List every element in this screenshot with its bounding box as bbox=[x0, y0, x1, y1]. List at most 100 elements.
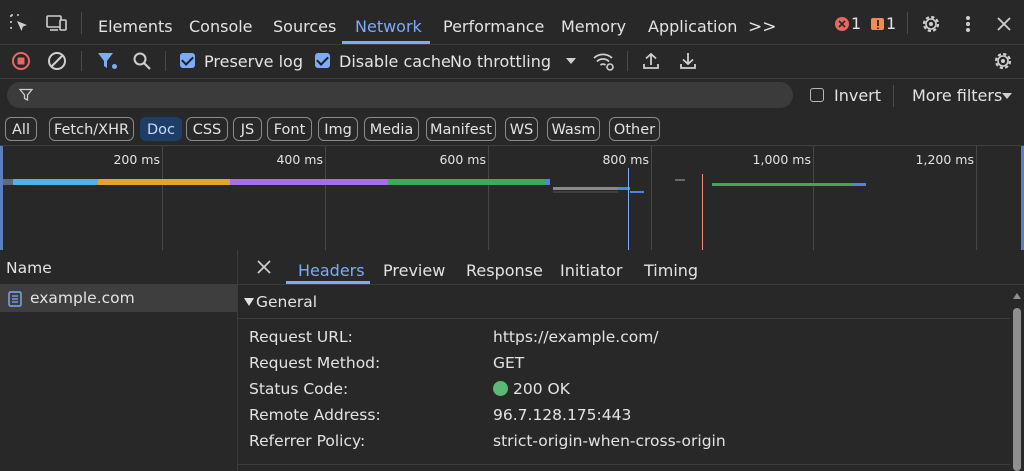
tick-label: 800 ms bbox=[602, 152, 649, 167]
filter-input[interactable] bbox=[7, 82, 793, 108]
invert-label[interactable]: Invert bbox=[834, 86, 881, 105]
tab-network[interactable]: Network bbox=[355, 0, 422, 44]
document-icon bbox=[7, 290, 23, 308]
warning-icon[interactable] bbox=[871, 18, 884, 30]
filter-chip-doc[interactable]: Doc bbox=[140, 117, 182, 141]
timing-segment-queueing bbox=[3, 179, 13, 185]
tab-elements[interactable]: Elements bbox=[98, 0, 173, 44]
preserve-log-label[interactable]: Preserve log bbox=[204, 52, 303, 71]
filter-chip-other[interactable]: Other bbox=[609, 117, 660, 141]
invert-checkbox[interactable] bbox=[810, 88, 824, 102]
scroll-up-arrow-icon[interactable] bbox=[1013, 292, 1021, 300]
close-devtools-icon[interactable] bbox=[993, 13, 1015, 35]
general-section-header[interactable]: General bbox=[238, 285, 1010, 319]
tab-bar-separator bbox=[907, 12, 908, 34]
load-event-marker bbox=[702, 174, 703, 250]
request-bar bbox=[854, 183, 866, 186]
grid-line bbox=[976, 146, 977, 250]
request-list-panel: Name example.com bbox=[0, 250, 238, 471]
toolbar-separator bbox=[165, 51, 166, 71]
inspect-element-icon[interactable] bbox=[7, 11, 31, 35]
network-overview-timeline[interactable]: 200 ms 400 ms 600 ms 800 ms 1,000 ms 1,2… bbox=[0, 145, 1024, 251]
disable-cache-label[interactable]: Disable cache bbox=[339, 52, 451, 71]
filter-icon[interactable] bbox=[95, 50, 119, 72]
device-toolbar-icon[interactable] bbox=[45, 11, 69, 35]
import-har-icon[interactable] bbox=[640, 50, 662, 72]
collapse-triangle-icon[interactable] bbox=[244, 297, 254, 307]
request-url-value: https://example.com/ bbox=[493, 328, 659, 346]
details-tab-preview[interactable]: Preview bbox=[383, 261, 445, 280]
name-column-header[interactable]: Name bbox=[6, 259, 52, 277]
dom-content-loaded-marker bbox=[628, 168, 629, 250]
tab-console[interactable]: Console bbox=[189, 0, 253, 44]
error-icon[interactable] bbox=[835, 17, 849, 31]
timing-segment-download bbox=[546, 179, 550, 185]
grid-line bbox=[651, 146, 652, 250]
filter-chip-media[interactable]: Media bbox=[364, 117, 419, 141]
remote-address-key: Remote Address: bbox=[249, 406, 381, 424]
more-filters-dropdown-icon[interactable] bbox=[1000, 90, 1014, 102]
grid-line bbox=[813, 146, 814, 250]
network-settings-gear-icon[interactable] bbox=[992, 50, 1014, 72]
tick-label: 600 ms bbox=[439, 152, 486, 167]
request-name[interactable]: example.com bbox=[30, 289, 135, 307]
details-scrollbar[interactable] bbox=[1011, 290, 1023, 471]
request-method-key: Request Method: bbox=[249, 354, 381, 372]
general-section-title: General bbox=[256, 293, 318, 311]
more-options-icon[interactable] bbox=[957, 13, 979, 35]
scrollbar-thumb[interactable] bbox=[1013, 308, 1021, 471]
request-bar bbox=[553, 191, 618, 193]
timing-segment-ssl bbox=[230, 179, 388, 185]
filter-chip-css[interactable]: CSS bbox=[186, 117, 228, 141]
tab-performance[interactable]: Performance bbox=[443, 0, 544, 44]
filter-separator bbox=[893, 85, 894, 107]
active-tab-indicator bbox=[342, 41, 430, 44]
settings-gear-icon[interactable] bbox=[920, 13, 942, 35]
status-code-key: Status Code: bbox=[249, 380, 349, 398]
overview-left-handle[interactable] bbox=[0, 146, 3, 250]
filter-chip-ws[interactable]: WS bbox=[505, 117, 538, 141]
tick-label: 1,000 ms bbox=[752, 152, 811, 167]
filter-chip-fetch-xhr[interactable]: Fetch/XHR bbox=[49, 117, 134, 141]
filter-chip-all[interactable]: All bbox=[5, 117, 37, 141]
filter-chip-font[interactable]: Font bbox=[267, 117, 312, 141]
tab-sources[interactable]: Sources bbox=[273, 0, 336, 44]
throttling-dropdown-icon[interactable] bbox=[564, 54, 578, 68]
referrer-policy-value: strict-origin-when-cross-origin bbox=[493, 432, 726, 450]
status-code-value: 200 OK bbox=[513, 380, 570, 398]
more-tabs-button[interactable]: >> bbox=[748, 0, 777, 44]
stop-recording-icon[interactable] bbox=[10, 50, 32, 72]
error-count[interactable]: 1 bbox=[851, 14, 861, 33]
filter-chip-js[interactable]: JS bbox=[233, 117, 262, 141]
timing-segment-dns bbox=[13, 179, 98, 185]
preserve-log-checkbox[interactable] bbox=[180, 53, 195, 68]
close-details-icon[interactable] bbox=[256, 259, 272, 275]
details-tab-timing[interactable]: Timing bbox=[644, 261, 698, 280]
tab-memory[interactable]: Memory bbox=[561, 0, 626, 44]
throttling-select[interactable]: No throttling bbox=[450, 52, 551, 71]
disable-cache-checkbox[interactable] bbox=[315, 53, 330, 68]
section-divider bbox=[238, 464, 1010, 465]
status-ok-icon bbox=[493, 381, 508, 396]
request-row[interactable]: example.com bbox=[0, 285, 237, 312]
filter-chip-wasm[interactable]: Wasm bbox=[547, 117, 600, 141]
filter-chip-img[interactable]: Img bbox=[318, 117, 358, 141]
search-icon[interactable] bbox=[131, 50, 153, 72]
toolbar-separator bbox=[81, 51, 82, 71]
export-har-icon[interactable] bbox=[677, 50, 699, 72]
details-tab-headers[interactable]: Headers bbox=[298, 261, 365, 280]
details-tab-initiator[interactable]: Initiator bbox=[560, 261, 622, 280]
filter-chip-manifest[interactable]: Manifest bbox=[426, 117, 496, 141]
warning-count[interactable]: 1 bbox=[886, 14, 896, 33]
tab-application[interactable]: Application bbox=[648, 0, 737, 44]
tab-bar-separator bbox=[81, 12, 82, 34]
more-filters-button[interactable]: More filters bbox=[912, 86, 1002, 105]
remote-address-value: 96.7.128.175:443 bbox=[493, 406, 632, 424]
referrer-policy-key: Referrer Policy: bbox=[249, 432, 366, 450]
clear-icon[interactable] bbox=[46, 50, 68, 72]
network-conditions-icon[interactable] bbox=[592, 50, 616, 72]
request-details-panel: Headers Preview Response Initiator Timin… bbox=[238, 250, 1024, 471]
details-tab-response[interactable]: Response bbox=[466, 261, 543, 280]
request-method-value: GET bbox=[493, 354, 525, 372]
grid-line bbox=[488, 146, 489, 250]
